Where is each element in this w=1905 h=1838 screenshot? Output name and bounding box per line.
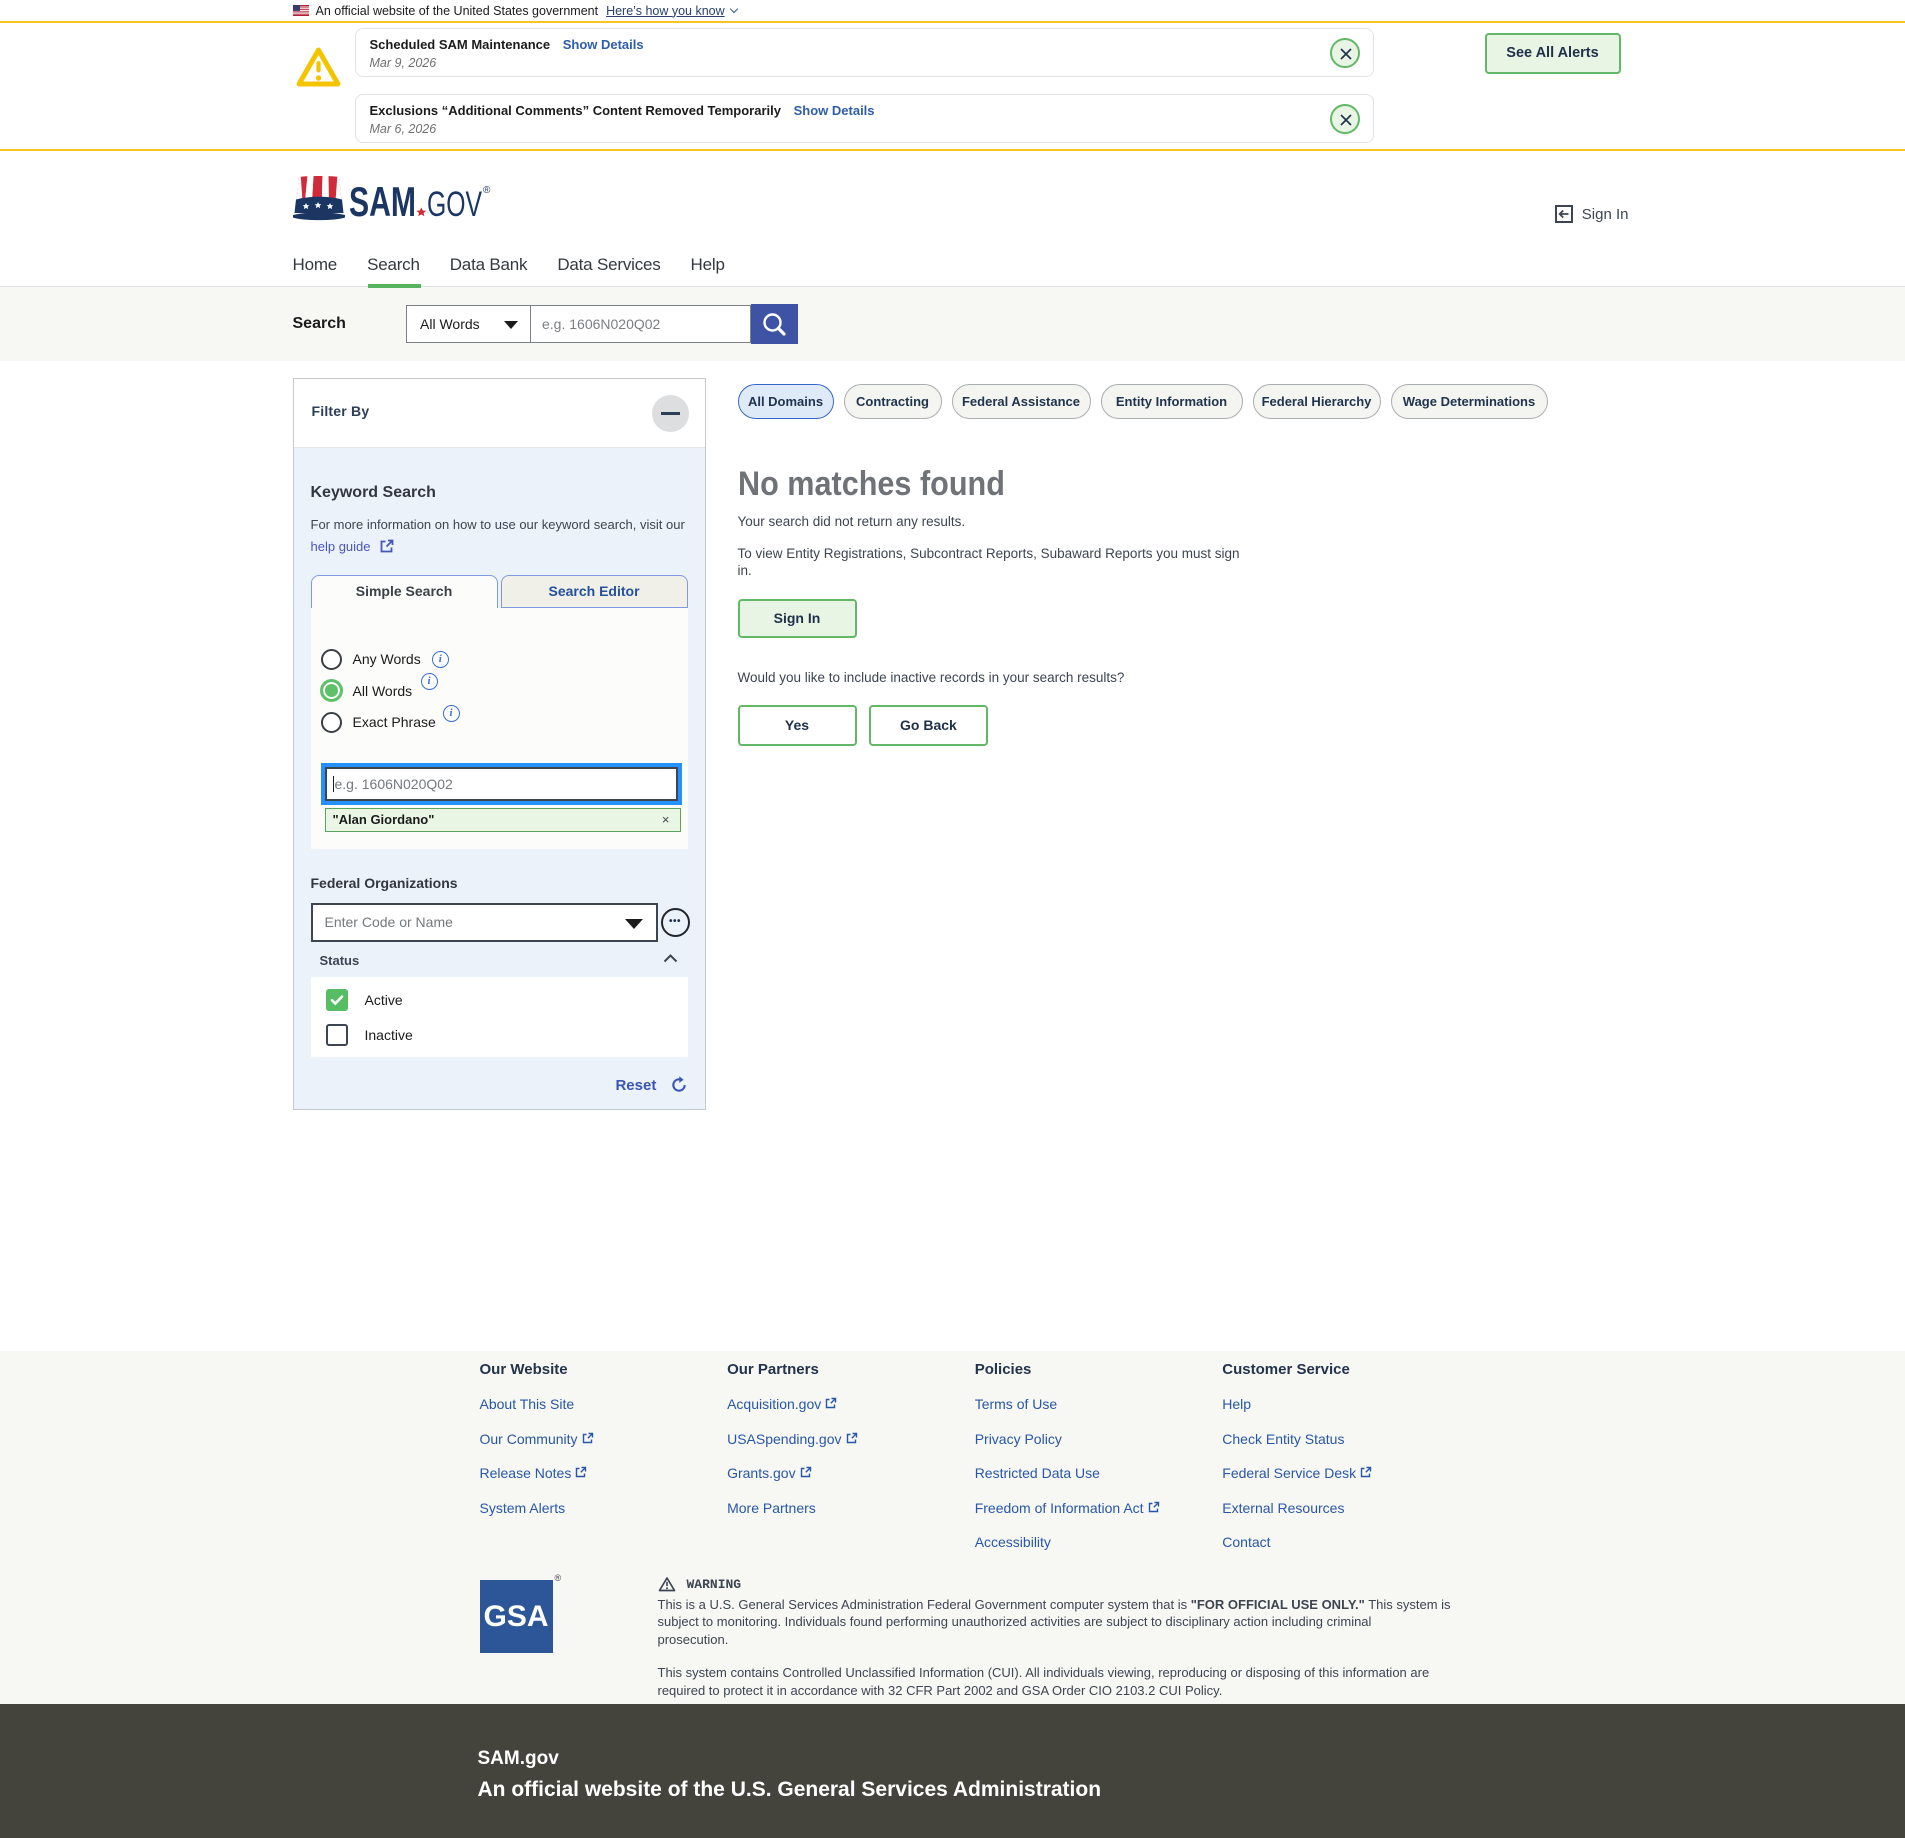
svg-text:GOV: GOV (427, 185, 482, 224)
svg-text:®: ® (483, 185, 491, 196)
svg-text:SAM: SAM (349, 178, 416, 224)
